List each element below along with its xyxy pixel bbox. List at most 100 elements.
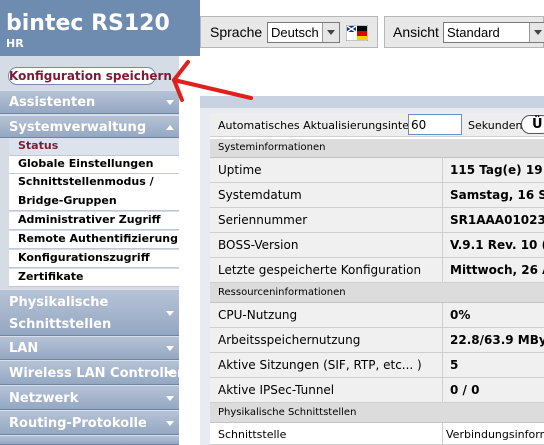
interval-unit: Sekunden	[468, 119, 523, 132]
sidebar-item-label: Assistenten	[9, 95, 96, 110]
sidebar-item-label: Netzwerk	[9, 391, 79, 406]
chevron-down-icon[interactable]	[529, 23, 544, 42]
column-divider	[442, 423, 443, 444]
chevron-down-icon[interactable]	[322, 23, 339, 42]
view-box: Ansicht Standard	[384, 16, 544, 48]
row-value: 115 Tag(e) 19 St	[450, 163, 544, 177]
section-header-resources: Ressourceninformationen	[210, 283, 544, 303]
status-table: Automatisches Aktualisierungsintervall 6…	[210, 113, 544, 445]
view-select[interactable]: Standard	[443, 22, 544, 43]
row-key: Arbeitsspeichernutzung	[218, 333, 361, 347]
row-divider	[442, 328, 443, 352]
language-select-value: Deutsch	[271, 25, 319, 40]
row-key: BOSS-Version	[218, 238, 299, 252]
row-divider	[442, 208, 443, 232]
row-value: V.9.1 Rev. 10 (Pa	[450, 238, 544, 252]
brand-panel: bintec RS120 HR	[0, 0, 200, 56]
interfaces-header-row: Schnittstelle Verbindungsinforma	[210, 423, 544, 445]
german-flag-icon[interactable]	[346, 25, 368, 41]
row-key: Systemdatum	[218, 188, 302, 202]
sidebar-subitem-administrativer-zugriff[interactable]: Administrativer Zugriff	[9, 212, 179, 230]
sidebar-item-label-line2: Schnittstellen	[9, 317, 112, 332]
row-value: Mittwoch, 26 Ap	[450, 263, 544, 277]
sidebar-subitem-remote-authentifizierung[interactable]: Remote Authentifizierung	[9, 231, 179, 249]
subitem-label: Remote Authentifizierung	[18, 232, 178, 245]
sidebar-item-label: LAN	[9, 341, 39, 356]
language-box: Sprache Deutsch	[200, 16, 378, 48]
section-title: Systeminformationen	[218, 142, 326, 153]
row-divider	[442, 303, 443, 327]
chevron-up-icon	[166, 124, 174, 130]
table-row: Uptime 115 Tag(e) 19 St	[210, 158, 544, 183]
sidebar-item-partial[interactable]	[0, 435, 179, 445]
row-divider	[442, 378, 443, 402]
brand-subtitle: HR	[6, 37, 24, 50]
sidebar-subitem-konfigurationszugriff[interactable]: Konfigurationszugriff	[9, 250, 179, 268]
sidebar-item-lan[interactable]: LAN	[0, 336, 179, 360]
interval-input-value: 60	[411, 118, 427, 132]
chevron-down-icon	[166, 370, 174, 376]
chevron-down-icon	[166, 395, 174, 401]
sidebar-subitem-globale-einstellungen[interactable]: Globale Einstellungen	[9, 156, 179, 174]
subitem-label: Zertifikate	[18, 270, 84, 283]
sidebar-subitem-status[interactable]: Status	[9, 138, 179, 156]
apply-interval-button[interactable]: Ü	[521, 115, 544, 134]
table-row: Aktive IPSec-Tunnel 0 / 0	[210, 378, 544, 403]
row-value: 22.8/63.9 MByte	[450, 333, 544, 347]
table-row: CPU-Nutzung 0%	[210, 303, 544, 328]
row-value: SR1AAA0102301	[450, 213, 544, 227]
save-configuration-button[interactable]: Konfiguration speichern	[8, 67, 172, 85]
section-title: Physikalische Schnittstellen	[218, 407, 357, 418]
sidebar-item-label: Routing-Protokolle	[9, 416, 147, 431]
sidebar-item-systemverwaltung[interactable]: Systemverwaltung	[0, 115, 179, 138]
row-key: Seriennummer	[218, 213, 308, 227]
annotation-arrow-icon	[172, 60, 253, 102]
table-row: Arbeitsspeichernutzung 22.8/63.9 MByte	[210, 328, 544, 353]
view-select-value: Standard	[447, 25, 500, 40]
row-divider	[442, 233, 443, 257]
table-row: Systemdatum Samstag, 16 Sep	[210, 183, 544, 208]
sidebar-item-label: Wireless LAN Controller	[9, 366, 184, 381]
row-divider	[442, 258, 443, 282]
subitem-label: Administrativer Zugriff	[18, 213, 161, 226]
sidebar-subitem-zertifikate[interactable]: Zertifikate	[9, 269, 179, 287]
sidebar-item-routing-protokolle[interactable]: Routing-Protokolle	[0, 410, 179, 435]
sidebar-subitem-schnittstellenmodus[interactable]: Schnittstellenmodus / Bridge-Gruppen	[9, 174, 179, 211]
refresh-interval-row: Automatisches Aktualisierungsintervall 6…	[210, 113, 544, 137]
row-value: 0 / 0	[450, 383, 480, 397]
sidebar-item-label: Physikalische	[9, 295, 109, 310]
apply-interval-button-label: Ü	[532, 117, 543, 132]
table-row: BOSS-Version V.9.1 Rev. 10 (Pa	[210, 233, 544, 258]
section-title: Ressourceninformationen	[218, 287, 346, 298]
sidebar-item-netzwerk[interactable]: Netzwerk	[0, 385, 179, 410]
sidebar-item-physikalische-schnittstellen[interactable]: Physikalische Schnittstellen	[0, 289, 179, 336]
subitem-label: Globale Einstellungen	[18, 157, 154, 170]
row-divider	[442, 158, 443, 182]
section-header-interfaces: Physikalische Schnittstellen	[210, 403, 544, 423]
language-label: Sprache	[210, 24, 263, 40]
table-row: Seriennummer SR1AAA0102301	[210, 208, 544, 233]
sidebar-item-wireless-lan-controller[interactable]: Wireless LAN Controller	[0, 360, 183, 385]
brand-title: bintec RS120	[6, 11, 170, 36]
column-header-connection: Verbindungsinforma	[446, 428, 544, 441]
subitem-label: Status	[18, 139, 59, 152]
subitem-label: Schnittstellenmodus /	[18, 175, 154, 188]
row-value: 5	[450, 358, 459, 372]
section-header-system: Systeminformationen	[210, 139, 544, 158]
chevron-down-icon	[166, 420, 174, 426]
row-divider	[442, 353, 443, 377]
interval-label: Automatisches Aktualisierungsintervall	[218, 119, 433, 132]
interval-input[interactable]: 60	[408, 114, 462, 135]
chevron-down-icon	[166, 310, 174, 316]
row-key: Aktive IPSec-Tunnel	[218, 383, 335, 397]
row-key: Letzte gespeicherte Konfiguration	[218, 263, 422, 277]
row-value: 0%	[450, 308, 471, 322]
language-select[interactable]: Deutsch	[267, 22, 340, 43]
row-value: Samstag, 16 Sep	[450, 188, 544, 202]
subitem-label: Konfigurationszugriff	[18, 251, 150, 264]
row-key: Aktive Sitzungen (SIF, RTP, etc... )	[218, 358, 422, 372]
subitem-label-line2: Bridge-Gruppen	[18, 194, 117, 207]
view-label: Ansicht	[393, 24, 439, 40]
column-header-interface: Schnittstelle	[218, 428, 287, 441]
sidebar-item-label: Systemverwaltung	[9, 120, 147, 135]
